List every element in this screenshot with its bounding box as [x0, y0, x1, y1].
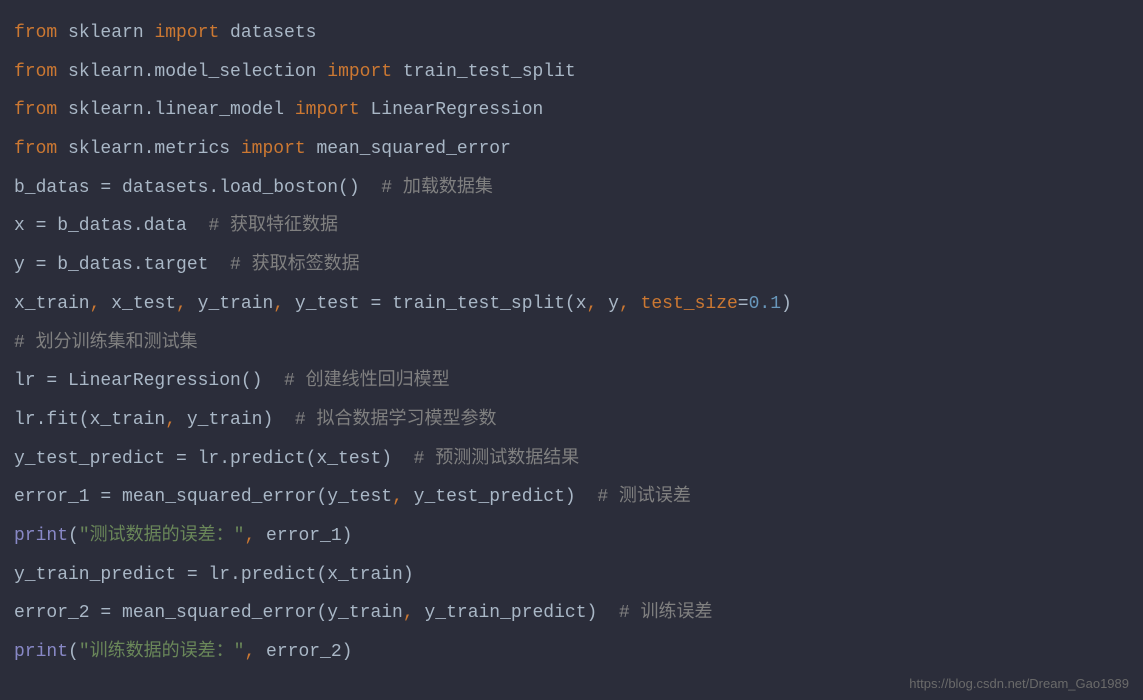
code-line-10: lr = LinearRegression() # 创建线性回归模型 [14, 362, 1129, 401]
code-line-17: print("训练数据的误差：", error_2) [14, 633, 1129, 672]
code-text: y_train_predict) [424, 603, 618, 623]
code-line-4: from sklearn.metrics import mean_squared… [14, 130, 1129, 169]
comma: , [619, 294, 641, 314]
code-text: error_2) [266, 642, 352, 662]
builtin-print: print [14, 642, 68, 662]
code-line-12: y_test_predict = lr.predict(x_test) # 预测… [14, 440, 1129, 479]
code-text: x = b_datas.data [14, 216, 208, 236]
comment-text: # 获取标签数据 [230, 255, 360, 275]
open-paren: ( [68, 526, 79, 546]
string-literal: "训练数据的误差：" [79, 642, 245, 662]
comma: , [165, 410, 187, 430]
import-item: datasets [219, 23, 316, 43]
module-name: sklearn [57, 23, 154, 43]
code-text: y = b_datas.target [14, 255, 230, 275]
comment-text: # 划分训练集和测试集 [14, 333, 198, 353]
code-line-2: from sklearn.model_selection import trai… [14, 53, 1129, 92]
close-paren: ) [781, 294, 792, 314]
comment-text: # 加载数据集 [381, 178, 493, 198]
module-name: sklearn.model_selection [57, 62, 327, 82]
module-name: sklearn.linear_model [57, 100, 295, 120]
keyword-import: import [154, 23, 219, 43]
code-line-6: x = b_datas.data # 获取特征数据 [14, 207, 1129, 246]
code-line-13: error_1 = mean_squared_error(y_test, y_t… [14, 478, 1129, 517]
import-item: LinearRegression [360, 100, 544, 120]
comment-text: # 获取特征数据 [208, 216, 338, 236]
code-text: b_datas = datasets.load_boston() [14, 178, 381, 198]
keyword-import: import [327, 62, 392, 82]
import-item: train_test_split [392, 62, 576, 82]
keyword-import: import [241, 139, 306, 159]
code-text: lr = LinearRegression() [14, 371, 284, 391]
comment-text: # 预测测试数据结果 [414, 449, 580, 469]
keyword-from: from [14, 100, 57, 120]
code-text: y_test_predict = lr.predict(x_test) [14, 449, 414, 469]
code-text: lr.fit(x_train [14, 410, 165, 430]
number-literal: 0.1 [749, 294, 781, 314]
code-text: y_train) [187, 410, 295, 430]
comma: , [587, 294, 609, 314]
keyword-from: from [14, 62, 57, 82]
code-block: from sklearn import datasets from sklear… [14, 14, 1129, 672]
code-line-1: from sklearn import datasets [14, 14, 1129, 53]
code-text: x_test [111, 294, 176, 314]
import-item: mean_squared_error [306, 139, 511, 159]
keyword-from: from [14, 23, 57, 43]
code-text: y_train [198, 294, 274, 314]
comma: , [273, 294, 295, 314]
comma: , [244, 642, 266, 662]
code-line-15: y_train_predict = lr.predict(x_train) [14, 556, 1129, 595]
open-paren: ( [68, 642, 79, 662]
string-literal: "测试数据的误差：" [79, 526, 245, 546]
keyword-import: import [295, 100, 360, 120]
module-name: sklearn.metrics [57, 139, 241, 159]
code-line-14: print("测试数据的误差：", error_1) [14, 517, 1129, 556]
code-line-8: x_train, x_test, y_train, y_test = train… [14, 285, 1129, 324]
param-name: test_size [641, 294, 738, 314]
code-line-16: error_2 = mean_squared_error(y_train, y_… [14, 594, 1129, 633]
watermark-text: https://blog.csdn.net/Dream_Gao1989 [909, 677, 1129, 690]
code-text: error_1) [266, 526, 352, 546]
keyword-from: from [14, 139, 57, 159]
comma: , [176, 294, 198, 314]
comma: , [244, 526, 266, 546]
code-text: error_1 = mean_squared_error(y_test [14, 487, 392, 507]
comment-text: # 训练误差 [619, 603, 713, 623]
comment-text: # 拟合数据学习模型参数 [295, 410, 497, 430]
code-line-3: from sklearn.linear_model import LinearR… [14, 91, 1129, 130]
code-line-5: b_datas = datasets.load_boston() # 加载数据集 [14, 169, 1129, 208]
comma: , [90, 294, 112, 314]
comment-text: # 创建线性回归模型 [284, 371, 450, 391]
code-line-11: lr.fit(x_train, y_train) # 拟合数据学习模型参数 [14, 401, 1129, 440]
equals: = [738, 294, 749, 314]
code-text: y_train_predict = lr.predict(x_train) [14, 565, 414, 585]
comma: , [403, 603, 425, 623]
builtin-print: print [14, 526, 68, 546]
code-text: y_test_predict) [414, 487, 598, 507]
comma: , [392, 487, 414, 507]
comment-text: # 测试误差 [597, 487, 691, 507]
code-line-7: y = b_datas.target # 获取标签数据 [14, 246, 1129, 285]
code-text: error_2 = mean_squared_error(y_train [14, 603, 403, 623]
code-text: y [608, 294, 619, 314]
code-text: y_test = train_test_split(x [295, 294, 587, 314]
code-text: x_train [14, 294, 90, 314]
code-line-9: # 划分训练集和测试集 [14, 324, 1129, 363]
